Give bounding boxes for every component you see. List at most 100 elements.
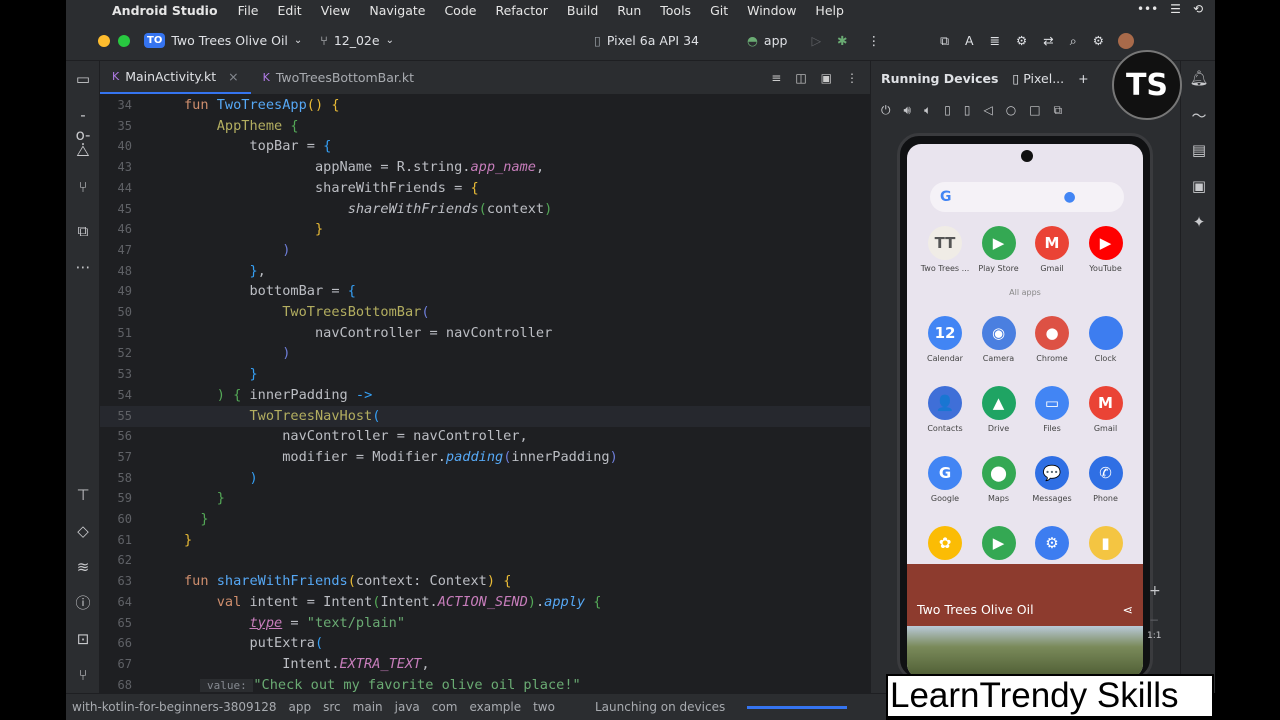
sync-icon[interactable]: ⇄ bbox=[1043, 33, 1053, 48]
back-icon[interactable]: ◁ bbox=[983, 103, 992, 117]
app-icon-maps[interactable]: ⬤ Maps bbox=[973, 456, 1025, 503]
app-icon-two-trees-[interactable]: TT Two Trees ... bbox=[919, 226, 971, 273]
pull-request-icon[interactable]: ⑂ bbox=[73, 177, 93, 197]
translate-icon[interactable]: A bbox=[965, 33, 974, 48]
design-view-icon[interactable]: ▣ bbox=[821, 71, 832, 85]
menu-refactor[interactable]: Refactor bbox=[495, 3, 547, 18]
code-line[interactable]: 63 fun shareWithFriends(context: Context)… bbox=[100, 571, 870, 592]
app-icon-contacts[interactable]: 👤 Contacts bbox=[919, 386, 971, 433]
split-view-icon[interactable]: ◫ bbox=[795, 71, 806, 85]
gem-icon[interactable]: ◇ bbox=[73, 521, 93, 541]
app-icon-google[interactable]: G Google bbox=[919, 456, 971, 503]
app-icon-app[interactable]: ✿ bbox=[919, 526, 971, 564]
code-line[interactable]: 46 } bbox=[100, 219, 870, 240]
more-icon[interactable]: ⋮ bbox=[846, 71, 858, 85]
close-window-button[interactable] bbox=[78, 35, 90, 47]
debug-icon[interactable]: ✱ bbox=[837, 33, 847, 48]
minimize-window-button[interactable] bbox=[98, 34, 110, 47]
rotate-right-icon[interactable]: ▯ bbox=[964, 103, 971, 117]
code-line[interactable]: 58 ) bbox=[100, 468, 870, 489]
structure-icon[interactable]: ⧉ bbox=[73, 221, 93, 241]
breadcrumb-main[interactable]: main bbox=[353, 700, 383, 714]
app-icon-play-store[interactable]: ▶ Play Store bbox=[973, 226, 1025, 273]
menu-git[interactable]: Git bbox=[710, 3, 728, 18]
code-line[interactable]: 44 shareWithFriends = { bbox=[100, 178, 870, 199]
code-line[interactable]: 55 TwoTreesNavHost( bbox=[100, 405, 870, 427]
device-selector[interactable]: Pixel 6a API 34 bbox=[607, 33, 699, 48]
app-icon-camera[interactable]: ◉ Camera bbox=[973, 316, 1025, 363]
code-line[interactable]: 40 topBar = { bbox=[100, 136, 870, 157]
app-icon-chrome[interactable]: ● Chrome bbox=[1026, 316, 1078, 363]
search-icon[interactable]: ⌕ bbox=[1070, 33, 1077, 49]
code-line[interactable]: 54 ) { innerPadding -> bbox=[100, 385, 870, 406]
tab-twotreesbottombar[interactable]: K TwoTreesBottomBar.kt bbox=[251, 60, 426, 94]
menu-navigate[interactable]: Navigate bbox=[369, 3, 425, 18]
logcat-icon[interactable]: ≋ bbox=[73, 557, 93, 577]
menu-tools[interactable]: Tools bbox=[660, 3, 691, 18]
time-machine-icon[interactable]: ⟲ bbox=[1193, 2, 1203, 16]
code-line[interactable]: 43 appName = R.string.app_name, bbox=[100, 157, 870, 178]
app-menu[interactable]: Android Studio bbox=[112, 3, 218, 18]
code-line[interactable]: 49 bottomBar = { bbox=[100, 281, 870, 302]
app-icon-calendar[interactable]: 12 Calendar bbox=[919, 316, 971, 363]
app-icon-files[interactable]: ▭ Files bbox=[1026, 386, 1078, 433]
more-icon[interactable]: ••• bbox=[1137, 2, 1158, 16]
code-line[interactable]: 57 modifier = Modifier.padding(innerPadd… bbox=[100, 447, 870, 468]
tab-mainactivity[interactable]: K MainActivity.kt × bbox=[100, 60, 251, 94]
code-line[interactable]: 65 type = "text/plain" bbox=[100, 613, 870, 634]
code-line[interactable]: 68 value: "Check out my favorite olive o… bbox=[100, 675, 870, 693]
code-line[interactable]: 56 navController = navController, bbox=[100, 426, 870, 447]
zoom-in-icon[interactable]: + bbox=[1149, 583, 1161, 599]
code-line[interactable]: 64 val intent = Intent(Intent.ACTION_SEN… bbox=[100, 592, 870, 613]
git-icon[interactable]: ⑂ bbox=[73, 665, 93, 685]
code-line[interactable]: 51 navController = navController bbox=[100, 323, 870, 344]
zoom-out-icon[interactable]: − bbox=[1149, 613, 1159, 627]
code-line[interactable]: 60 } bbox=[100, 509, 870, 530]
code-view-icon[interactable]: ≡ bbox=[771, 71, 781, 85]
breadcrumb-two[interactable]: two bbox=[533, 700, 555, 714]
code-line[interactable]: 62 bbox=[100, 550, 870, 571]
build-icon[interactable]: ⊤ bbox=[73, 485, 93, 505]
zoom-window-button[interactable] bbox=[118, 34, 130, 47]
breadcrumb-src[interactable]: src bbox=[323, 700, 341, 714]
menu-code[interactable]: Code bbox=[444, 3, 476, 18]
avatar[interactable] bbox=[1117, 32, 1134, 49]
more-actions-icon[interactable]: ⋮ bbox=[868, 33, 881, 48]
device-tab[interactable]: ▯ Pixel... bbox=[1012, 71, 1064, 86]
project-selector[interactable]: Two Trees Olive Oil bbox=[171, 33, 288, 48]
menu-window[interactable]: Window bbox=[747, 3, 796, 18]
app-icon-app[interactable]: ⚙ bbox=[1026, 526, 1078, 564]
mic-icon[interactable]: ● bbox=[1064, 189, 1076, 205]
resource-manager-icon[interactable]: ⧊ bbox=[73, 141, 93, 161]
app-icon-messages[interactable]: 💬 Messages bbox=[1026, 456, 1078, 503]
more-tools-icon[interactable]: ⋯ bbox=[73, 257, 93, 277]
problems-icon[interactable]: ⓘ bbox=[73, 593, 93, 613]
code-line[interactable]: 66 putExtra( bbox=[100, 633, 870, 654]
overview-icon[interactable]: □ bbox=[1029, 103, 1040, 117]
power-icon[interactable]: ⏻ bbox=[881, 103, 891, 118]
code-line[interactable]: 47 ) bbox=[100, 240, 870, 261]
running-devices-icon[interactable]: ▣ bbox=[1189, 177, 1209, 195]
google-search-bar[interactable]: G ● bbox=[930, 182, 1124, 212]
close-icon[interactable]: × bbox=[228, 69, 238, 84]
app-icon-gmail[interactable]: M Gmail bbox=[1080, 386, 1132, 433]
code-line[interactable]: 59 } bbox=[100, 488, 870, 509]
code-line[interactable]: 53 } bbox=[100, 364, 870, 385]
code-line[interactable]: 67 Intent.EXTRA_TEXT, bbox=[100, 654, 870, 675]
breadcrumb-app[interactable]: app bbox=[289, 700, 312, 714]
device-screen[interactable]: G ● TT Two Trees ... ▶ Play Store M Gmail ▶ You… bbox=[907, 144, 1143, 678]
gear-icon[interactable]: ⚙ bbox=[1093, 33, 1104, 48]
code-line[interactable]: 50 TwoTreesBottomBar( bbox=[100, 302, 870, 323]
rotate-left-icon[interactable]: ▯ bbox=[944, 103, 951, 117]
screenshot-icon[interactable]: ⧉ bbox=[1054, 103, 1063, 118]
code-line[interactable]: 35 AppTheme { bbox=[100, 116, 870, 137]
app-icon-app[interactable]: ▮ bbox=[1080, 526, 1132, 564]
code-line[interactable]: 52 ) bbox=[100, 343, 870, 364]
app-icon-phone[interactable]: ✆ Phone bbox=[1080, 456, 1132, 503]
code-line[interactable]: 48 }, bbox=[100, 261, 870, 282]
device-file-icon[interactable]: ▤ bbox=[1189, 141, 1209, 159]
volume-down-icon[interactable]: 🔈︎ bbox=[924, 103, 931, 118]
gradle-icon[interactable]: 〜 bbox=[1189, 105, 1209, 126]
run-icon[interactable]: ▷ bbox=[811, 33, 821, 48]
menu-help[interactable]: Help bbox=[815, 3, 844, 18]
